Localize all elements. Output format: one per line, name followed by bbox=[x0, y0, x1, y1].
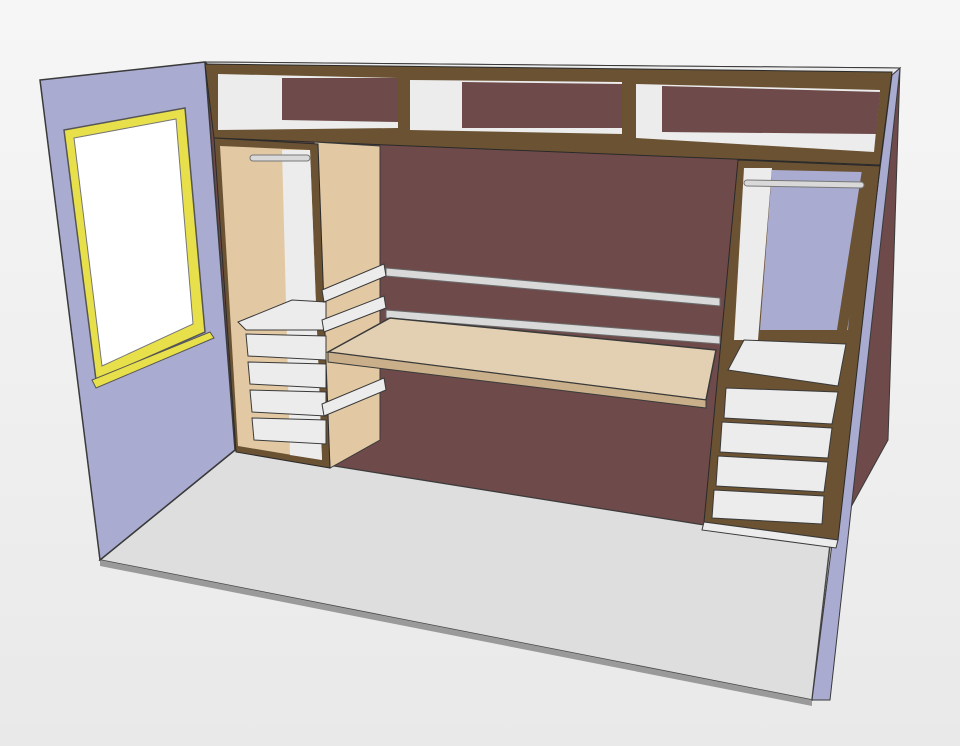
drawer bbox=[715, 455, 829, 493]
left-hanging-rod bbox=[249, 154, 311, 162]
cubby-left-back bbox=[282, 78, 398, 122]
cubby-right-back bbox=[662, 86, 880, 134]
left-closet-unit bbox=[213, 137, 381, 469]
drawer bbox=[247, 361, 327, 389]
cubby-middle-back bbox=[462, 82, 622, 128]
drawer bbox=[249, 389, 327, 417]
3d-viewport[interactable] bbox=[0, 0, 960, 746]
drawer bbox=[245, 333, 327, 361]
drawer bbox=[723, 387, 839, 425]
drawer bbox=[711, 489, 825, 525]
drawer bbox=[251, 417, 327, 445]
drawer bbox=[719, 421, 833, 459]
closet-room-render[interactable] bbox=[0, 0, 960, 746]
